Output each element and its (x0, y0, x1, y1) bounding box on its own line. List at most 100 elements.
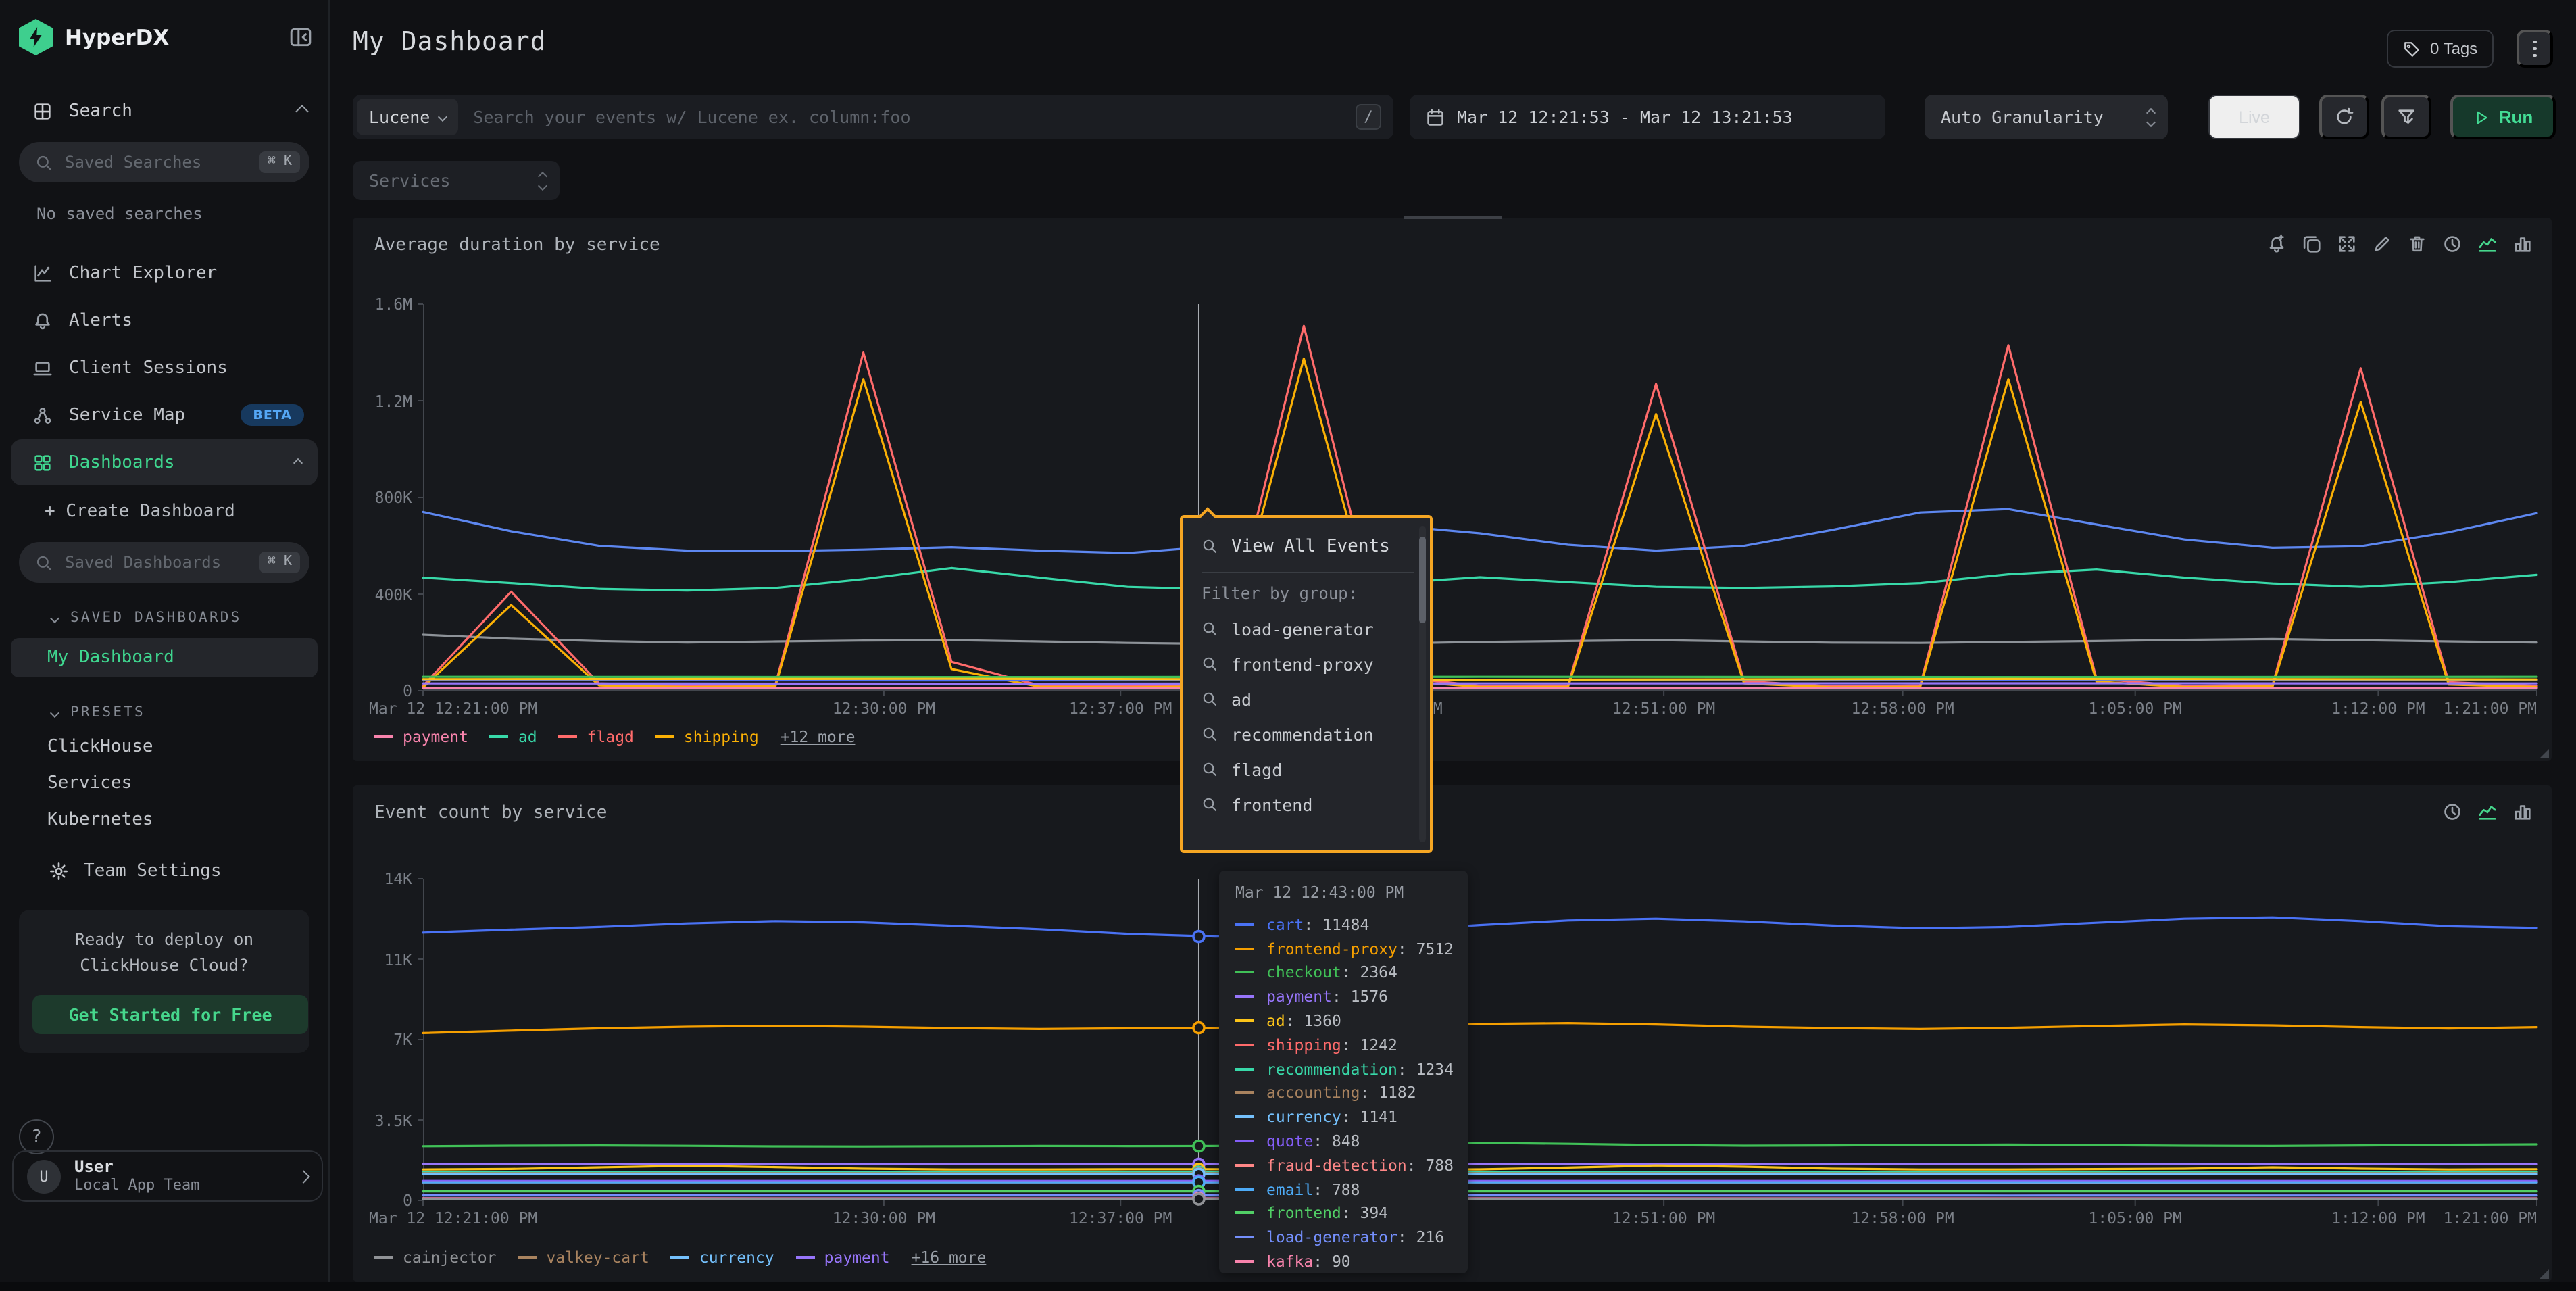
no-saved-searches-text: No saved searches (36, 204, 328, 223)
collapse-sidebar-icon[interactable] (289, 26, 312, 49)
edit-icon[interactable] (2372, 234, 2392, 254)
resize-handle[interactable] (2540, 749, 2549, 758)
main-content: My Dashboard 0 Tags Lucene Search your e… (330, 0, 2576, 1291)
saved-searches-input[interactable]: Saved Searches ⌘ K (19, 142, 309, 182)
filter-button[interactable] (2381, 95, 2431, 139)
hyperdx-logo-icon[interactable] (19, 19, 53, 55)
search-icon (1202, 538, 1218, 554)
tooltip-row: ad : 1360 (1235, 1008, 1452, 1033)
x-axis-label: 12:51:00 PM (1612, 1209, 1715, 1227)
query-search-bar[interactable]: Lucene Search your events w/ Lucene ex. … (353, 95, 1393, 139)
sidebar-item-chart-explorer[interactable]: Chart Explorer (11, 250, 318, 296)
slash-shortcut-badge: / (1356, 104, 1381, 130)
chevron-updown-icon (539, 172, 546, 189)
view-all-events-item[interactable]: View All Events (1202, 529, 1414, 564)
legend-item-cainjector[interactable]: cainjector (374, 1248, 497, 1267)
popup-item-load-generator[interactable]: load-generator (1202, 611, 1414, 646)
clickhouse-cloud-card: Ready to deploy on ClickHouse Cloud? Get… (19, 910, 309, 1053)
time-icon[interactable] (2442, 234, 2462, 254)
panel-menu-button[interactable] (2517, 30, 2553, 68)
run-button[interactable]: Run (2450, 95, 2556, 139)
section-saved-dashboards[interactable]: SAVED DASHBOARDS (51, 610, 309, 626)
user-name: User (74, 1159, 285, 1177)
language-select[interactable]: Lucene (357, 99, 458, 135)
panel-drag-handle[interactable] (1404, 216, 1501, 219)
x-axis-label: 12:58:00 PM (1851, 699, 1954, 718)
live-button[interactable]: Live (2208, 95, 2300, 139)
legend-item-valkey-cart[interactable]: valkey-cart (518, 1248, 649, 1267)
popup-item-frontend-proxy[interactable]: frontend-proxy (1202, 646, 1414, 681)
add-alert-icon[interactable] (2267, 234, 2287, 254)
shortcut-badge: ⌘ K (259, 552, 300, 573)
table-icon (32, 101, 53, 122)
sidebar-item-team-settings[interactable]: Team Settings (49, 861, 328, 881)
granularity-select[interactable]: Auto Granularity (1925, 95, 2168, 139)
sidebar-item-clickhouse[interactable]: ClickHouse (0, 729, 328, 765)
get-started-button[interactable]: Get Started for Free (32, 995, 308, 1034)
date-range-picker[interactable]: Mar 12 12:21:53 - Mar 12 13:21:53 (1410, 95, 1885, 139)
search-icon (35, 153, 53, 171)
services-filter-select[interactable]: Services (353, 161, 560, 200)
line-chart[interactable] (423, 304, 2537, 691)
sidebar-item-client-sessions[interactable]: Client Sessions (11, 345, 318, 391)
legend-item-ad[interactable]: ad (490, 727, 537, 746)
chevron-down-icon (50, 708, 59, 717)
tags-button[interactable]: 0 Tags (2387, 30, 2494, 68)
line-chart-icon[interactable] (2477, 802, 2498, 822)
scrollbar[interactable] (1419, 526, 1426, 842)
time-icon[interactable] (2442, 802, 2462, 822)
line-chart[interactable] (423, 879, 2537, 1200)
popup-item-recommendation[interactable]: recommendation (1202, 716, 1414, 752)
popup-item-ad[interactable]: ad (1202, 681, 1414, 716)
scrollbar-thumb[interactable] (1419, 537, 1426, 623)
sidebar-item-services[interactable]: Services (0, 765, 328, 802)
legend-item-flagd[interactable]: flagd (559, 727, 634, 746)
bell-icon (32, 310, 53, 331)
legend-item-payment[interactable]: payment (796, 1248, 890, 1267)
series-dash-icon (374, 1256, 393, 1259)
y-axis-label: 400K (353, 585, 412, 604)
y-axis-label: 7K (353, 1030, 412, 1049)
expand-icon[interactable] (2337, 234, 2357, 254)
user-card[interactable]: U User Local App Team (12, 1150, 323, 1202)
series-dash-icon (1235, 996, 1254, 998)
sidebar-item-my-dashboard[interactable]: My Dashboard (11, 638, 318, 677)
legend-more-link[interactable]: +12 more (781, 727, 856, 746)
section-presets[interactable]: PRESETS (51, 704, 309, 721)
presets-list: ClickHouseServicesKubernetes (0, 729, 328, 838)
resize-handle[interactable] (2540, 1269, 2549, 1279)
legend-more-link[interactable]: +16 more (912, 1248, 987, 1267)
tooltip-row: currency : 1141 (1235, 1105, 1452, 1129)
sidebar-item-search[interactable]: Search (32, 101, 307, 122)
bar-chart-icon[interactable] (2512, 234, 2533, 254)
refresh-button[interactable] (2319, 95, 2369, 139)
query-search-placeholder: Search your events w/ Lucene ex. column:… (473, 107, 1356, 127)
divider (1202, 572, 1414, 573)
filter-by-group-label: Filter by group: (1202, 584, 1414, 603)
line-chart-icon[interactable] (2477, 234, 2498, 254)
legend-item-payment[interactable]: payment (374, 727, 468, 746)
gear-icon (49, 861, 69, 881)
legend-item-currency[interactable]: currency (671, 1248, 774, 1267)
sidebar-item-service-map[interactable]: Service Map BETA (11, 392, 318, 438)
x-axis-label: 12:37:00 PM (1069, 1209, 1172, 1227)
legend-item-shipping[interactable]: shipping (655, 727, 759, 746)
delete-icon[interactable] (2407, 234, 2427, 254)
refresh-icon (2334, 107, 2354, 127)
saved-dashboards-input[interactable]: Saved Dashboards ⌘ K (19, 542, 309, 583)
series-dash-icon (1235, 1092, 1254, 1094)
popup-item-frontend[interactable]: frontend (1202, 787, 1414, 822)
x-axis-label: 12:30:00 PM (833, 1209, 935, 1227)
series-dash-icon (490, 735, 509, 738)
create-dashboard-button[interactable]: + Create Dashboard (45, 502, 328, 522)
chart-toolbar (2267, 234, 2533, 254)
help-button[interactable]: ? (19, 1119, 54, 1154)
sidebar-item-kubernetes[interactable]: Kubernetes (0, 802, 328, 838)
popup-item-flagd[interactable]: flagd (1202, 752, 1414, 787)
bar-chart-icon[interactable] (2512, 802, 2533, 822)
tooltip-rows: cart : 11484 frontend-proxy : 7512 check… (1235, 912, 1452, 1273)
sidebar-item-dashboards[interactable]: Dashboards (11, 439, 318, 485)
duplicate-icon[interactable] (2302, 234, 2322, 254)
series-dash-icon (1235, 1260, 1254, 1263)
sidebar-item-alerts[interactable]: Alerts (11, 297, 318, 343)
